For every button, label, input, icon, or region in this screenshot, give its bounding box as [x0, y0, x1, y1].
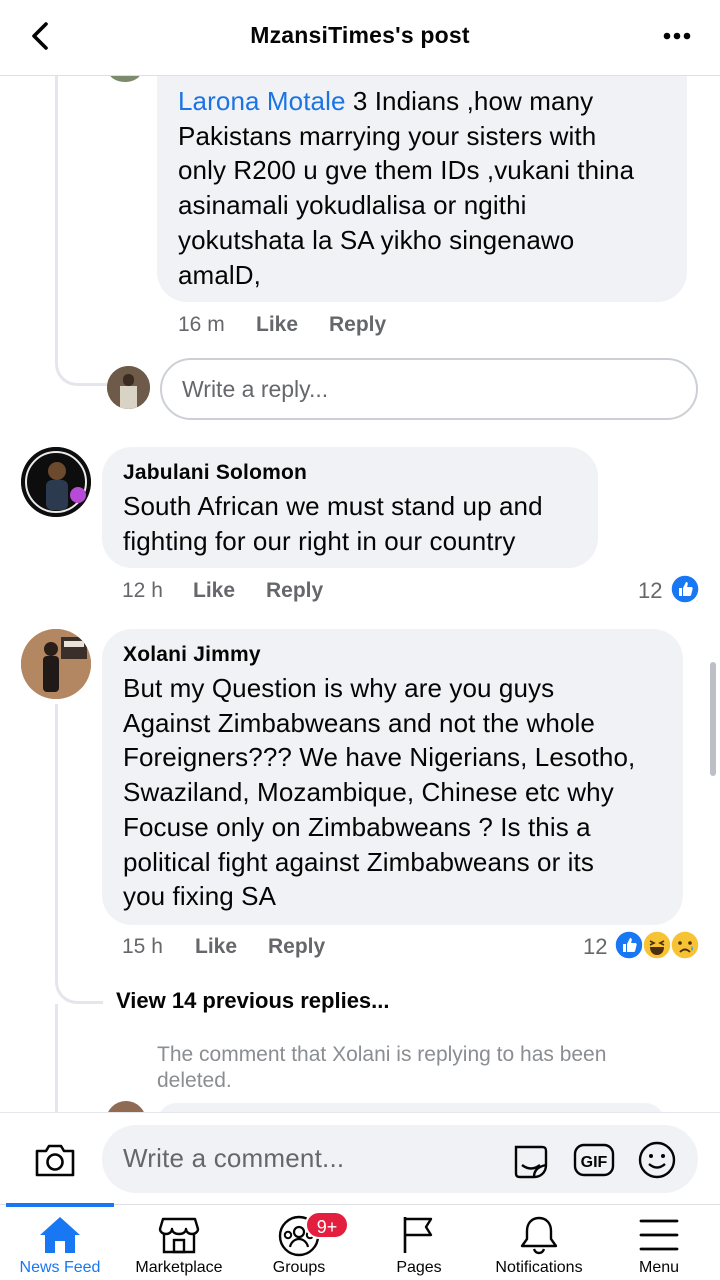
comment-bubble	[157, 1103, 665, 1112]
like-button[interactable]: Like	[195, 933, 237, 961]
comment-text: Larona Motale 3 Indians ,how many Pakist…	[178, 86, 635, 290]
like-reaction-icon	[670, 574, 700, 604]
comment-time[interactable]: 12 h	[122, 577, 163, 605]
like-reaction-icon	[614, 930, 644, 960]
comment-input[interactable]: Write a comment... GIF	[102, 1125, 698, 1193]
menu-icon	[639, 1219, 679, 1251]
comment-meta: 12 h Like Reply	[122, 577, 422, 605]
avatar[interactable]	[108, 76, 142, 82]
comment-author[interactable]: Jabulani Solomon	[123, 461, 598, 485]
comments-feed[interactable]: Larona Motale 3 Indians ,how many Pakist…	[0, 76, 720, 1112]
comment-bubble: Jabulani Solomon South African we must s…	[102, 447, 598, 568]
reply-button[interactable]: Reply	[329, 311, 386, 339]
tab-label: Menu	[638, 1259, 680, 1276]
tab-news-feed[interactable]: News Feed	[0, 1205, 120, 1280]
sticker-icon[interactable]	[510, 1139, 552, 1181]
flag-icon	[403, 1217, 433, 1253]
tab-label: Notifications	[495, 1259, 583, 1276]
thread-connector	[55, 76, 107, 386]
tab-menu[interactable]: Menu	[599, 1205, 719, 1280]
tab-pages[interactable]: Pages	[359, 1205, 479, 1280]
more-options-icon[interactable]	[662, 24, 692, 48]
marketplace-icon	[158, 1217, 200, 1254]
sad-reaction-icon	[670, 930, 700, 960]
tab-marketplace[interactable]: Marketplace	[119, 1205, 239, 1280]
gif-icon[interactable]: GIF	[573, 1139, 615, 1181]
haha-reaction-icon	[642, 930, 672, 960]
comment-text: But my Question is why are you guys Agai…	[123, 673, 636, 912]
bottom-tab-bar: News Feed Marketplace 9+ Groups Pages No…	[0, 1203, 720, 1280]
comment-composer: Write a comment... GIF	[0, 1112, 720, 1204]
reaction-count[interactable]: 12	[638, 578, 662, 604]
comment-author[interactable]: Xolani Jimmy	[123, 643, 683, 667]
svg-text:GIF: GIF	[581, 1154, 608, 1171]
camera-icon[interactable]	[32, 1137, 78, 1183]
top-bar: MzansiTimes's post	[0, 0, 720, 76]
view-previous-replies-link[interactable]: View 14 previous replies...	[116, 988, 390, 1014]
comment-meta: 16 m Like Reply	[178, 311, 478, 339]
avatar[interactable]	[21, 629, 91, 699]
reply-button[interactable]: Reply	[268, 933, 325, 961]
tab-groups[interactable]: 9+ Groups	[239, 1205, 359, 1280]
comment-time[interactable]: 16 m	[178, 311, 225, 339]
reply-button[interactable]: Reply	[266, 577, 323, 605]
home-icon	[40, 1217, 80, 1253]
bell-icon	[520, 1216, 558, 1255]
user-mention-link[interactable]: Larona Motale	[178, 86, 346, 116]
avatar[interactable]	[106, 1101, 146, 1112]
comment-bubble: Xolani Jimmy But my Question is why are …	[102, 629, 683, 925]
scrollbar[interactable]	[710, 662, 716, 776]
tab-label: News Feed	[19, 1259, 101, 1276]
avatar[interactable]	[21, 447, 91, 517]
reply-input[interactable]: Write a reply...	[160, 358, 698, 420]
like-button[interactable]: Like	[256, 311, 298, 339]
reaction-count[interactable]: 12	[583, 934, 607, 960]
comment-text: South African we must stand up and fight…	[123, 491, 543, 556]
notification-badge: 9+	[305, 1211, 349, 1239]
emoji-icon[interactable]	[636, 1139, 678, 1181]
comment-bubble: Larona Motale 3 Indians ,how many Pakist…	[157, 76, 687, 302]
comment-time[interactable]: 15 h	[122, 933, 163, 961]
tab-label: Pages	[396, 1259, 442, 1276]
deleted-comment-note: The comment that Xolani is replying to h…	[157, 1043, 607, 1092]
comment-meta: 15 h Like Reply	[122, 933, 422, 961]
thread-connector	[55, 1004, 58, 1112]
tab-label: Groups	[272, 1259, 326, 1276]
like-button[interactable]: Like	[193, 577, 235, 605]
avatar[interactable]	[107, 366, 150, 409]
tab-label: Marketplace	[135, 1259, 223, 1276]
thread-connector	[55, 704, 103, 1004]
tab-notifications[interactable]: Notifications	[479, 1205, 599, 1280]
page-title: MzansiTimes's post	[250, 22, 470, 48]
